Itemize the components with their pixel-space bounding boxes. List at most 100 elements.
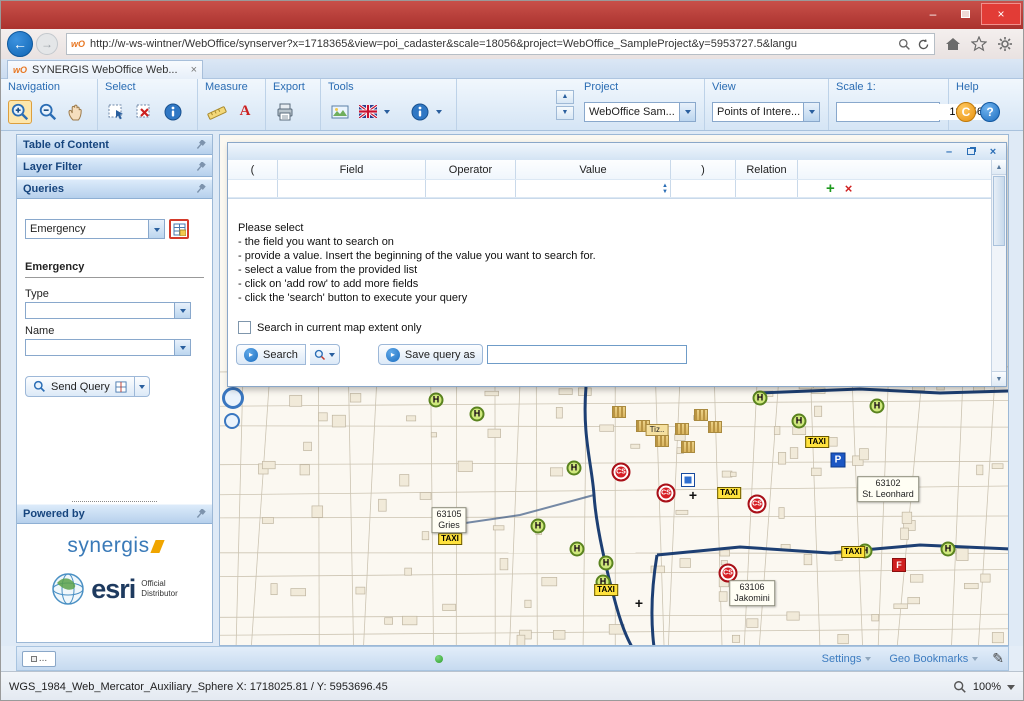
map-marker-building[interactable]: [681, 441, 695, 453]
ribbon-collapse-up-button[interactable]: ▲: [556, 90, 574, 104]
name-field-dropdown-button[interactable]: [175, 339, 191, 356]
print-button[interactable]: [273, 100, 297, 124]
window-maximize-button[interactable]: [949, 3, 981, 25]
map-marker-building[interactable]: [612, 406, 626, 418]
map-zoom-widget[interactable]: [222, 387, 244, 433]
map-info-dropdown-icon[interactable]: [436, 110, 442, 117]
map-marker-f[interactable]: F: [892, 558, 906, 572]
ribbon-collapse-down-button[interactable]: ▼: [556, 106, 574, 120]
map-marker-building[interactable]: [694, 409, 708, 421]
refresh-icon[interactable]: [917, 38, 930, 51]
help-button[interactable]: ?: [980, 102, 1000, 122]
send-query-button[interactable]: Send Query: [25, 376, 135, 397]
map-marker-building[interactable]: [655, 435, 669, 447]
select-features-button[interactable]: [105, 100, 129, 124]
zoom-level-caret-icon[interactable]: [1007, 685, 1015, 694]
settings-gear-icon[interactable]: [997, 36, 1013, 52]
favorites-star-icon[interactable]: [971, 36, 987, 52]
map-marker-h[interactable]: H: [470, 407, 485, 422]
view-select-button[interactable]: [803, 103, 819, 121]
browser-tab[interactable]: wO SYNERGIS WebOffice Web... ×: [7, 60, 203, 79]
map-extent-checkbox[interactable]: [238, 321, 251, 334]
pan-tool-button[interactable]: [64, 100, 88, 124]
map-marker-cs[interactable]: CS: [748, 495, 767, 514]
language-dropdown-icon[interactable]: [384, 110, 390, 117]
save-query-name-input[interactable]: [487, 345, 687, 364]
tab-close-icon[interactable]: ×: [191, 64, 197, 76]
pin-icon[interactable]: [196, 184, 206, 195]
type-field-input[interactable]: [25, 302, 175, 319]
panel-header-queries[interactable]: Queries: [17, 179, 212, 199]
pin-icon[interactable]: [196, 140, 206, 151]
url-input[interactable]: wO http://w-ws-wintner/WebOffice/synserv…: [66, 33, 935, 55]
map-marker-cs[interactable]: CS: [657, 484, 676, 503]
map-viewport[interactable]: HHHHHHHHHHHHCSCSCSCSTAXITAXITAXITAXITAXI…: [219, 134, 1009, 646]
map-marker-p[interactable]: P: [831, 453, 846, 468]
window-close-button[interactable]: ×: [981, 3, 1021, 25]
redlining-button[interactable]: [328, 100, 352, 124]
annotation-tool-button[interactable]: A: [233, 100, 257, 124]
map-marker-building[interactable]: [675, 423, 689, 435]
zoom-widget-circle[interactable]: [222, 387, 244, 409]
remove-row-button[interactable]: ×: [845, 181, 853, 196]
pin-icon[interactable]: [196, 509, 206, 520]
map-marker-taxi[interactable]: TAXI: [594, 584, 618, 596]
map-marker-cs[interactable]: CS: [612, 463, 631, 482]
map-marker-cross[interactable]: +: [689, 488, 697, 502]
copyright-button[interactable]: C: [956, 102, 976, 122]
map-marker-taxi[interactable]: TAXI: [438, 533, 462, 545]
query-select-button[interactable]: [148, 220, 164, 238]
map-marker-h[interactable]: H: [599, 556, 614, 571]
forward-button[interactable]: →: [36, 33, 58, 55]
panel-header-table-of-content[interactable]: Table of Content: [17, 135, 212, 155]
view-select[interactable]: Points of Intere...: [712, 102, 820, 122]
map-marker-h[interactable]: H: [753, 391, 768, 406]
panel-header-layer-filter[interactable]: Layer Filter: [17, 157, 212, 177]
panel-header-powered-by[interactable]: Powered by: [17, 504, 212, 524]
edit-pencil-icon[interactable]: ✎: [992, 650, 1008, 667]
search-options-button[interactable]: [310, 344, 340, 365]
settings-menu[interactable]: Settings: [822, 653, 872, 665]
dialog-close-button[interactable]: ×: [986, 146, 1000, 158]
map-marker-h[interactable]: H: [570, 542, 585, 557]
map-marker-h[interactable]: H: [870, 399, 885, 414]
geo-bookmarks-menu[interactable]: Geo Bookmarks: [889, 653, 978, 665]
scrollbar-thumb[interactable]: [993, 176, 1005, 246]
dialog-restore-button[interactable]: [964, 148, 978, 155]
query-select[interactable]: Emergency: [25, 219, 165, 239]
search-icon[interactable]: [898, 38, 911, 51]
map-marker-taxi[interactable]: TAXI: [805, 436, 829, 448]
back-button[interactable]: ←: [7, 31, 33, 57]
overview-map-toggle[interactable]: ...: [22, 651, 56, 667]
dialog-minimize-button[interactable]: –: [942, 146, 956, 158]
zoom-level-value[interactable]: 100%: [973, 681, 1001, 693]
zoom-widget-small-circle[interactable]: [224, 413, 240, 429]
map-marker-h[interactable]: H: [531, 519, 546, 534]
map-marker-building[interactable]: [708, 421, 722, 433]
sidebar-resize-handle[interactable]: [72, 501, 157, 502]
map-marker-taxi[interactable]: TAXI: [841, 546, 865, 558]
window-minimize-button[interactable]: –: [917, 3, 949, 25]
project-select[interactable]: WebOffice Sam...: [584, 102, 696, 122]
send-query-dropdown-button[interactable]: [135, 376, 150, 397]
save-query-button[interactable]: ▸ Save query as: [378, 344, 483, 365]
selection-info-button[interactable]: [161, 100, 185, 124]
type-field-dropdown-button[interactable]: [175, 302, 191, 319]
map-marker-h[interactable]: H: [567, 461, 582, 476]
dialog-scrollbar[interactable]: ▲ ▼: [991, 160, 1006, 386]
name-field-input[interactable]: [25, 339, 175, 356]
zoom-out-tool-button[interactable]: [36, 100, 60, 124]
map-marker-cross[interactable]: +: [635, 596, 643, 610]
language-button[interactable]: [356, 100, 380, 124]
map-marker-h[interactable]: H: [429, 393, 444, 408]
measure-tool-button[interactable]: [205, 100, 229, 124]
manage-queries-button[interactable]: [169, 219, 189, 239]
map-marker-h[interactable]: H: [941, 542, 956, 557]
add-row-button[interactable]: +: [826, 180, 835, 197]
map-marker-taxi[interactable]: TAXI: [717, 487, 741, 499]
project-select-button[interactable]: [679, 103, 695, 121]
map-marker-h[interactable]: H: [792, 414, 807, 429]
home-icon[interactable]: [945, 36, 961, 52]
clear-selection-button[interactable]: [133, 100, 157, 124]
zoom-in-tool-button[interactable]: [8, 100, 32, 124]
